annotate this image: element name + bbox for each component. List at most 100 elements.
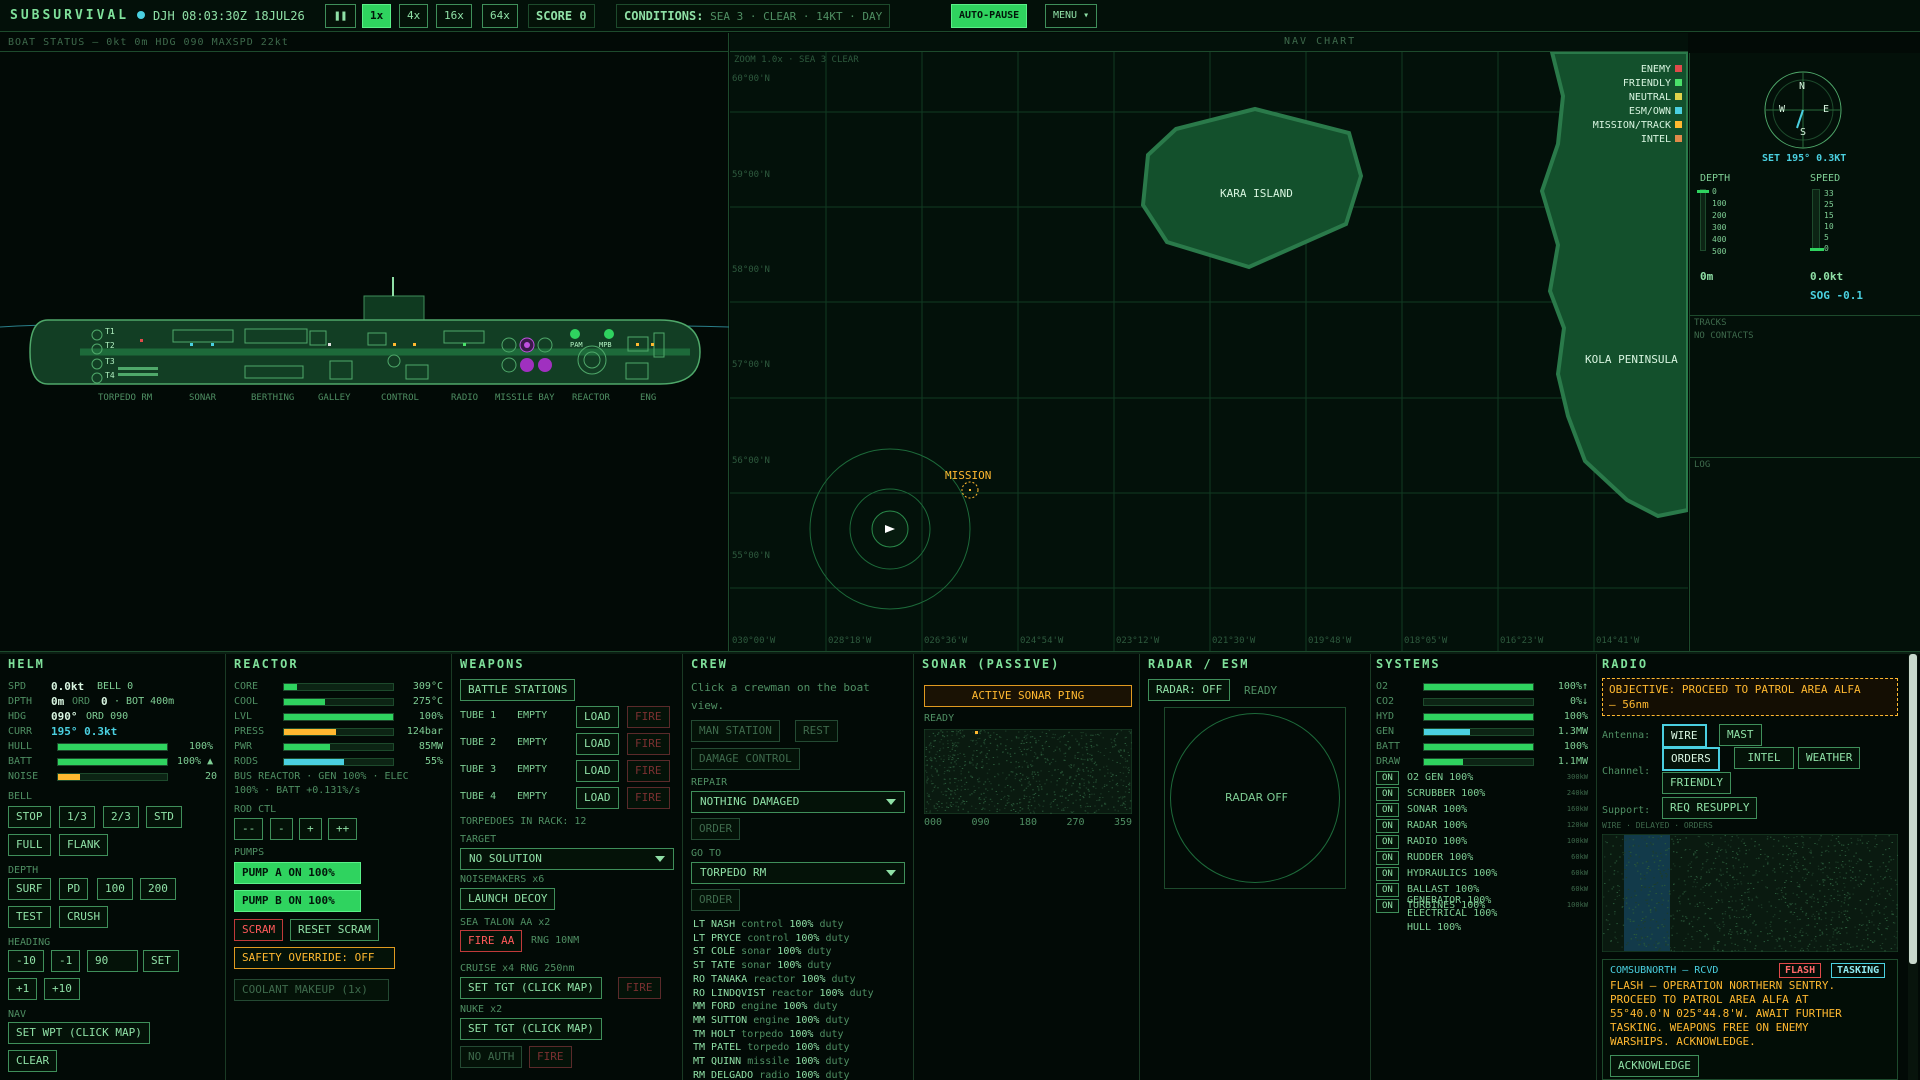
tube-load-button[interactable]: LOAD [576,733,619,755]
tube-fire-button[interactable]: FIRE [627,733,670,755]
heading-input[interactable]: 90 [87,950,138,972]
antenna-mast-button[interactable]: MAST [1719,724,1762,746]
bell-flank-button[interactable]: FLANK [59,834,109,856]
antenna-wire-button[interactable]: WIRE [1662,724,1707,748]
damage-control-button[interactable]: DAMAGE CONTROL [691,748,800,770]
crew-member[interactable]: LT NASH control 100% duty [693,918,874,932]
system-on-toggle[interactable]: ON [1376,835,1399,849]
active-ping-button[interactable]: ACTIVE SONAR PING [924,685,1132,707]
depth-test-button[interactable]: TEST [8,906,51,928]
tube-load-button[interactable]: LOAD [576,787,619,809]
no-auth-button[interactable]: NO AUTH [460,1046,523,1068]
system-on-toggle[interactable]: ON [1376,771,1399,785]
cruise-fire-button[interactable]: FIRE [618,977,661,999]
tube-load-button[interactable]: LOAD [576,760,619,782]
depth-pd-button[interactable]: PD [59,878,89,900]
heading-plus1-button[interactable]: +1 [8,978,38,1000]
rod-minus-minus-button[interactable]: -- [234,818,264,840]
set-waypoint-button[interactable]: SET WPT (CLICK MAP) [8,1022,150,1044]
crew-member[interactable]: ST COLE sonar 100% duty [693,945,874,959]
compartment-galley[interactable]: GALLEY [318,393,351,403]
speed-16x-button[interactable]: 16x [436,4,472,28]
tube-label-t1[interactable]: T1 [105,327,115,336]
system-on-toggle[interactable]: ON [1376,803,1399,817]
system-on-toggle[interactable]: ON [1376,851,1399,865]
system-on-toggle[interactable]: ON [1376,867,1399,881]
scram-button[interactable]: SCRAM [234,919,284,941]
crew-member[interactable]: ST TATE sonar 100% duty [693,959,874,973]
goto-select[interactable]: TORPEDO RM [691,862,905,884]
compartment-radio[interactable]: RADIO [451,393,478,403]
repair-order-button[interactable]: ORDER [691,818,741,840]
target-select[interactable]: NO SOLUTION [460,848,674,870]
bell-std-button[interactable]: STD [146,806,182,828]
channel-friendly-button[interactable]: FRIENDLY [1662,772,1731,794]
channel-orders-button[interactable]: ORDERS [1662,747,1720,771]
speed-4x-button[interactable]: 4x [399,4,429,28]
compartment-torpedo-rm[interactable]: TORPEDO RM [98,393,152,403]
bell-1-3-button[interactable]: 1/3 [59,806,95,828]
crew-member[interactable]: TM HOLT torpedo 100% duty [693,1028,874,1042]
battle-stations-button[interactable]: BATTLE STATIONS [460,679,576,701]
heading-minus10-button[interactable]: -10 [8,950,44,972]
crew-member[interactable]: MM FORD engine 100% duty [693,1000,874,1014]
depth-crush-button[interactable]: CRUSH [59,906,109,928]
clear-waypoint-button[interactable]: CLEAR [8,1050,58,1072]
depth-200-button[interactable]: 200 [140,878,176,900]
rest-button[interactable]: REST [795,720,838,742]
crew-member[interactable]: TM PATEL torpedo 100% duty [693,1041,874,1055]
speed-64x-button[interactable]: 64x [482,4,518,28]
tube-label-t2[interactable]: T2 [105,341,115,350]
radar-toggle-button[interactable]: RADAR: OFF [1148,679,1231,701]
nav-chart-map[interactable] [730,52,1688,651]
bell-2-3-button[interactable]: 2/3 [103,806,139,828]
system-on-toggle[interactable]: ON [1376,883,1399,897]
pump-b-button[interactable]: PUMP B ON 100% [234,890,361,912]
fire-aa-button[interactable]: FIRE AA [460,930,523,952]
man-station-button[interactable]: MAN STATION [691,720,780,742]
request-resupply-button[interactable]: REQ RESUPPLY [1662,797,1758,819]
reset-scram-button[interactable]: RESET SCRAM [290,919,379,941]
tube-fire-button[interactable]: FIRE [627,760,670,782]
compartment-sonar[interactable]: SONAR [189,393,216,403]
nav-chart-panel[interactable]: NAV CHART ZOOM 1.0x · SEA 3 CLEAR 60°00'… [730,33,1688,651]
rod-minus-button[interactable]: - [270,818,293,840]
launch-decoy-button[interactable]: LAUNCH DECOY [460,888,556,910]
compartment-reactor[interactable]: REACTOR [572,393,610,403]
nuke-fire-button[interactable]: FIRE [529,1046,572,1068]
crew-member[interactable]: LT PRYCE control 100% duty [693,932,874,946]
coolant-makeup-button[interactable]: COOLANT MAKEUP (1x) [234,979,389,1001]
tube-label-t3[interactable]: T3 [105,357,115,366]
compartment-berthing[interactable]: BERTHING [251,393,294,403]
system-on-toggle[interactable]: ON [1376,819,1399,833]
compartment-control[interactable]: CONTROL [381,393,419,403]
depth-surf-button[interactable]: SURF [8,878,51,900]
compartment-eng[interactable]: ENG [640,393,656,403]
tube-label-t4[interactable]: T4 [105,371,115,380]
bell-stop-button[interactable]: STOP [8,806,51,828]
rod-plus-button[interactable]: + [299,818,322,840]
auto-pause-button[interactable]: AUTO-PAUSE [951,4,1028,28]
repair-select[interactable]: NOTHING DAMAGED [691,791,905,813]
crew-member[interactable]: MM SUTTON engine 100% duty [693,1014,874,1028]
compartment-missile-bay[interactable]: MISSILE BAY [495,393,555,403]
crew-member[interactable]: MT QUINN missile 100% duty [693,1055,874,1069]
crew-member[interactable]: RO LINDQVIST reactor 100% duty [693,987,874,1001]
channel-weather-button[interactable]: WEATHER [1798,747,1861,769]
menu-button[interactable]: MENU ▾ [1045,4,1098,28]
rod-plus-plus-button[interactable]: ++ [328,818,358,840]
acknowledge-button[interactable]: ACKNOWLEDGE [1610,1055,1699,1077]
heading-plus10-button[interactable]: +10 [44,978,80,1000]
channel-intel-button[interactable]: INTEL [1734,747,1794,769]
tube-fire-button[interactable]: FIRE [627,706,670,728]
cruise-set-target-button[interactable]: SET TGT (CLICK MAP) [460,977,602,999]
speed-1x-button[interactable]: 1x [362,4,392,28]
safety-override-button[interactable]: SAFETY OVERRIDE: OFF [234,947,395,969]
heading-set-button[interactable]: SET [143,950,179,972]
nuke-set-target-button[interactable]: SET TGT (CLICK MAP) [460,1018,602,1040]
depth-100-button[interactable]: 100 [97,878,133,900]
scrollbar[interactable] [1908,654,1918,1080]
pump-a-button[interactable]: PUMP A ON 100% [234,862,361,884]
system-on-toggle[interactable]: ON [1376,787,1399,801]
scrollbar-thumb[interactable] [1909,654,1917,964]
